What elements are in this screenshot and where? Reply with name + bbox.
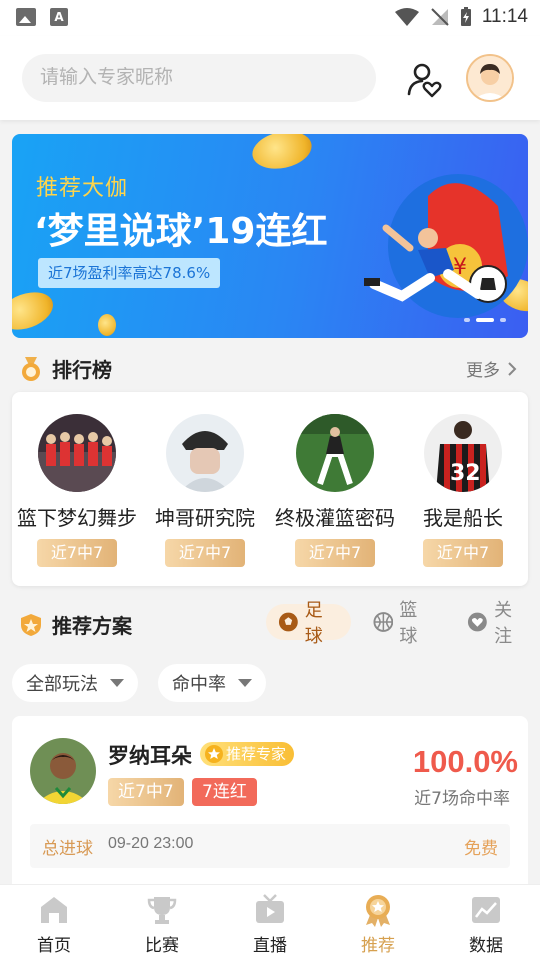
avatar[interactable] [466, 54, 514, 102]
match-row[interactable]: 总进球 09-20 23:00 免费 [30, 824, 510, 868]
tab-follow[interactable]: 关注 [455, 600, 540, 647]
football-icon [278, 612, 298, 632]
coin-icon [98, 314, 116, 336]
battery-charging-icon [460, 7, 471, 26]
tabbar-live[interactable]: 直播 [216, 885, 324, 960]
hit-badge: 近7中7 [165, 539, 245, 567]
tabbar-label: 比赛 [145, 936, 179, 956]
svg-text:32: 32 [450, 461, 481, 486]
tabbar-label: 数据 [469, 936, 503, 956]
filter-play-type[interactable]: 全部玩法 [12, 664, 138, 702]
match-type: 总进球 [42, 839, 93, 859]
tabbar-match[interactable]: 比赛 [108, 885, 216, 960]
heart-icon [468, 612, 488, 632]
avatar-face-icon [468, 56, 512, 100]
tab-label: 关注 [494, 600, 513, 647]
expert-name: 我是船长 [423, 506, 503, 530]
ranking-title: 排行榜 [52, 358, 112, 382]
basketball-icon [373, 612, 393, 632]
expert-name: 坤哥研究院 [155, 506, 255, 530]
pagination-dot[interactable] [464, 318, 470, 322]
coin-icon [248, 134, 316, 174]
no-signal-icon [431, 8, 449, 26]
banner-subtitle: 近7场盈利率高达78.6% [38, 258, 221, 288]
banner-tag: 推荐大伽 [36, 176, 129, 201]
expert-avatar [30, 738, 96, 804]
a-icon: A [50, 8, 68, 26]
coin-icon [12, 285, 59, 337]
hit-rate-label: 近7场命中率 [414, 789, 510, 809]
tabbar-home[interactable]: 首页 [0, 885, 108, 960]
pagination-dot[interactable] [500, 318, 506, 322]
banner-title: ‘梦里说球’19连红 [34, 211, 328, 252]
filter-label: 命中率 [172, 674, 226, 695]
expert-name: 终极灌篮密码 [275, 506, 395, 530]
ranking-header: 排行榜 [20, 354, 112, 383]
trophy-icon [147, 897, 177, 924]
expert-avatar [38, 414, 116, 492]
filter-hit-rate[interactable]: 命中率 [158, 664, 266, 702]
hit-badge: 近7中7 [108, 778, 184, 806]
plan-card[interactable]: 罗纳耳朵 推荐专家 近7中7 7连红 100.0% 近7场命中率 总进球 09-… [12, 716, 528, 896]
user-heart-icon[interactable] [404, 60, 444, 100]
expert-avatar [296, 414, 374, 492]
plans-title: 推荐方案 [52, 614, 132, 638]
caret-down-icon [110, 679, 124, 687]
sport-tabs: 足球 篮球 关注 [266, 600, 540, 647]
match-time: 09-20 23:00 [108, 835, 194, 852]
image-icon [16, 8, 36, 26]
expert-tag-label: 推荐专家 [226, 745, 287, 763]
plans-header: 推荐方案 [20, 610, 132, 639]
tabbar-label: 首页 [37, 936, 71, 956]
more-label: 更多 [466, 361, 500, 381]
hit-badge: 近7中7 [423, 539, 503, 567]
tabbar-label: 直播 [253, 936, 287, 956]
search-input[interactable] [22, 54, 376, 102]
hit-rate-value: 100.0% [412, 744, 518, 779]
soccer-player-illustration: ¥ [364, 174, 528, 318]
tab-label: 篮球 [399, 600, 418, 647]
tab-basketball[interactable]: 篮球 [361, 600, 446, 647]
hit-badge: 近7中7 [295, 539, 375, 567]
banner-pagination [464, 318, 506, 322]
tv-icon [256, 894, 284, 923]
clock-time: 11:14 [481, 6, 528, 27]
tabbar-label: 推荐 [361, 936, 395, 956]
expert-tag-badge: 推荐专家 [200, 742, 295, 766]
expert-avatar [166, 414, 244, 492]
ranking-item[interactable]: 终极灌篮密码 近7中7 [270, 414, 400, 567]
tab-label: 足球 [304, 600, 323, 647]
header [0, 36, 540, 120]
home-icon [41, 897, 67, 923]
expert-avatar: 32 [424, 414, 502, 492]
tabbar-data[interactable]: 数据 [432, 885, 540, 960]
ranking-card: 篮下梦幻舞步 近7中7 坤哥研究院 近7中7 终极灌篮密码 近7中7 32 我是… [12, 392, 528, 586]
tab-football[interactable]: 足球 [266, 600, 351, 647]
wifi-icon [394, 8, 419, 26]
price-label: 免费 [464, 839, 498, 859]
expert-name: 篮下梦幻舞步 [17, 506, 137, 530]
chart-icon [472, 897, 500, 923]
ranking-item[interactable]: 篮下梦幻舞步 近7中7 [12, 414, 142, 567]
streak-badge: 7连红 [192, 778, 257, 806]
star-badge-icon [205, 745, 223, 763]
expert-name: 罗纳耳朵 [108, 744, 192, 768]
ranking-item[interactable]: 坤哥研究院 近7中7 [140, 414, 270, 567]
pagination-dot-active[interactable] [476, 318, 494, 322]
medal-icon [22, 356, 40, 381]
promo-banner[interactable]: 推荐大伽 ‘梦里说球’19连红 近7场盈利率高达78.6% ¥ [12, 134, 528, 338]
shield-star-icon [21, 613, 41, 636]
caret-down-icon [238, 679, 252, 687]
chevron-right-icon [508, 361, 517, 376]
ranking-more-link[interactable]: 更多 [466, 356, 518, 381]
tabbar-recommend[interactable]: 推荐 [324, 885, 432, 960]
hit-badge: 近7中7 [37, 539, 117, 567]
bottom-tab-bar: 首页 比赛 直播 推荐 数据 [0, 884, 540, 960]
medal-icon [366, 895, 390, 927]
ranking-item[interactable]: 32 我是船长 近7中7 [398, 414, 528, 567]
status-bar: A 11:14 [0, 0, 540, 36]
filter-label: 全部玩法 [26, 674, 98, 695]
